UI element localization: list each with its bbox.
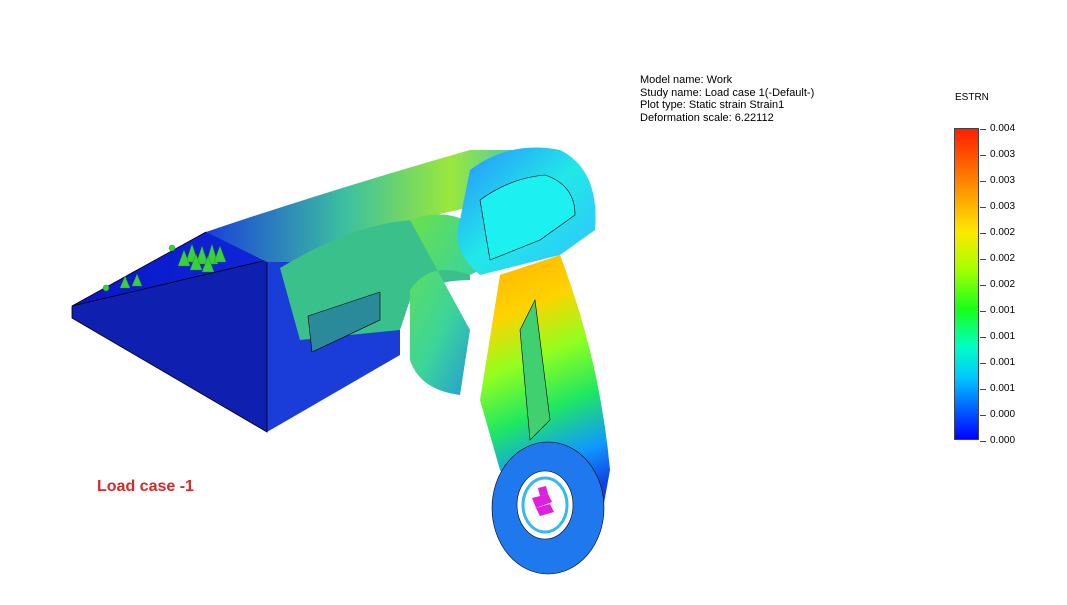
legend-tick-mark	[980, 181, 986, 182]
model-name-text: Model name: Work	[640, 74, 733, 86]
legend-tick-label: 0.001	[990, 357, 1016, 368]
legend-tick-mark	[980, 259, 986, 260]
legend-tick-label: 0.003	[990, 149, 1016, 160]
legend-tick-mark	[980, 441, 986, 442]
legend-tick-label: 0.000	[990, 435, 1016, 446]
legend-tick-mark	[980, 311, 986, 312]
legend-tick-label: 0.001	[990, 331, 1016, 342]
legend-tick-mark	[980, 207, 986, 208]
legend-tick-mark	[980, 129, 986, 130]
legend-tick-label: 0.004	[990, 123, 1016, 134]
legend-tick-mark	[980, 415, 986, 416]
legend-tick-label: 0.002	[990, 253, 1016, 264]
plot-type-text: Plot type: Static strain Strain1	[640, 99, 785, 111]
legend-tick-label: 0.002	[990, 279, 1016, 290]
legend-tick-mark	[980, 233, 986, 234]
legend-tick-mark	[980, 285, 986, 286]
legend-tick-label: 0.001	[990, 305, 1016, 316]
legend-tick-mark	[980, 363, 986, 364]
legend-title: ESTRN	[955, 92, 989, 103]
legend-tick-mark	[980, 337, 986, 338]
study-name-text: Study name: Load case 1(-Default-)	[640, 86, 815, 99]
legend-tick-label: 0.003	[990, 201, 1016, 212]
legend-tick-label: 0.000	[990, 409, 1016, 420]
legend-tick-label: 0.001	[990, 383, 1016, 394]
plot-info: Model name: Work Study name: Load case 1…	[640, 74, 814, 124]
legend-tick-label: 0.003	[990, 175, 1016, 186]
legend-tick-mark	[980, 155, 986, 156]
legend-tick-label: 0.002	[990, 227, 1016, 238]
deformation-scale-text: Deformation scale: 6.22112	[640, 111, 774, 124]
legend-colorbar	[954, 128, 979, 440]
base-side-face	[72, 260, 267, 432]
legend-tick-mark	[980, 389, 986, 390]
load-case-caption: Load case -1	[97, 478, 194, 495]
model-viewport[interactable]	[0, 0, 1067, 605]
